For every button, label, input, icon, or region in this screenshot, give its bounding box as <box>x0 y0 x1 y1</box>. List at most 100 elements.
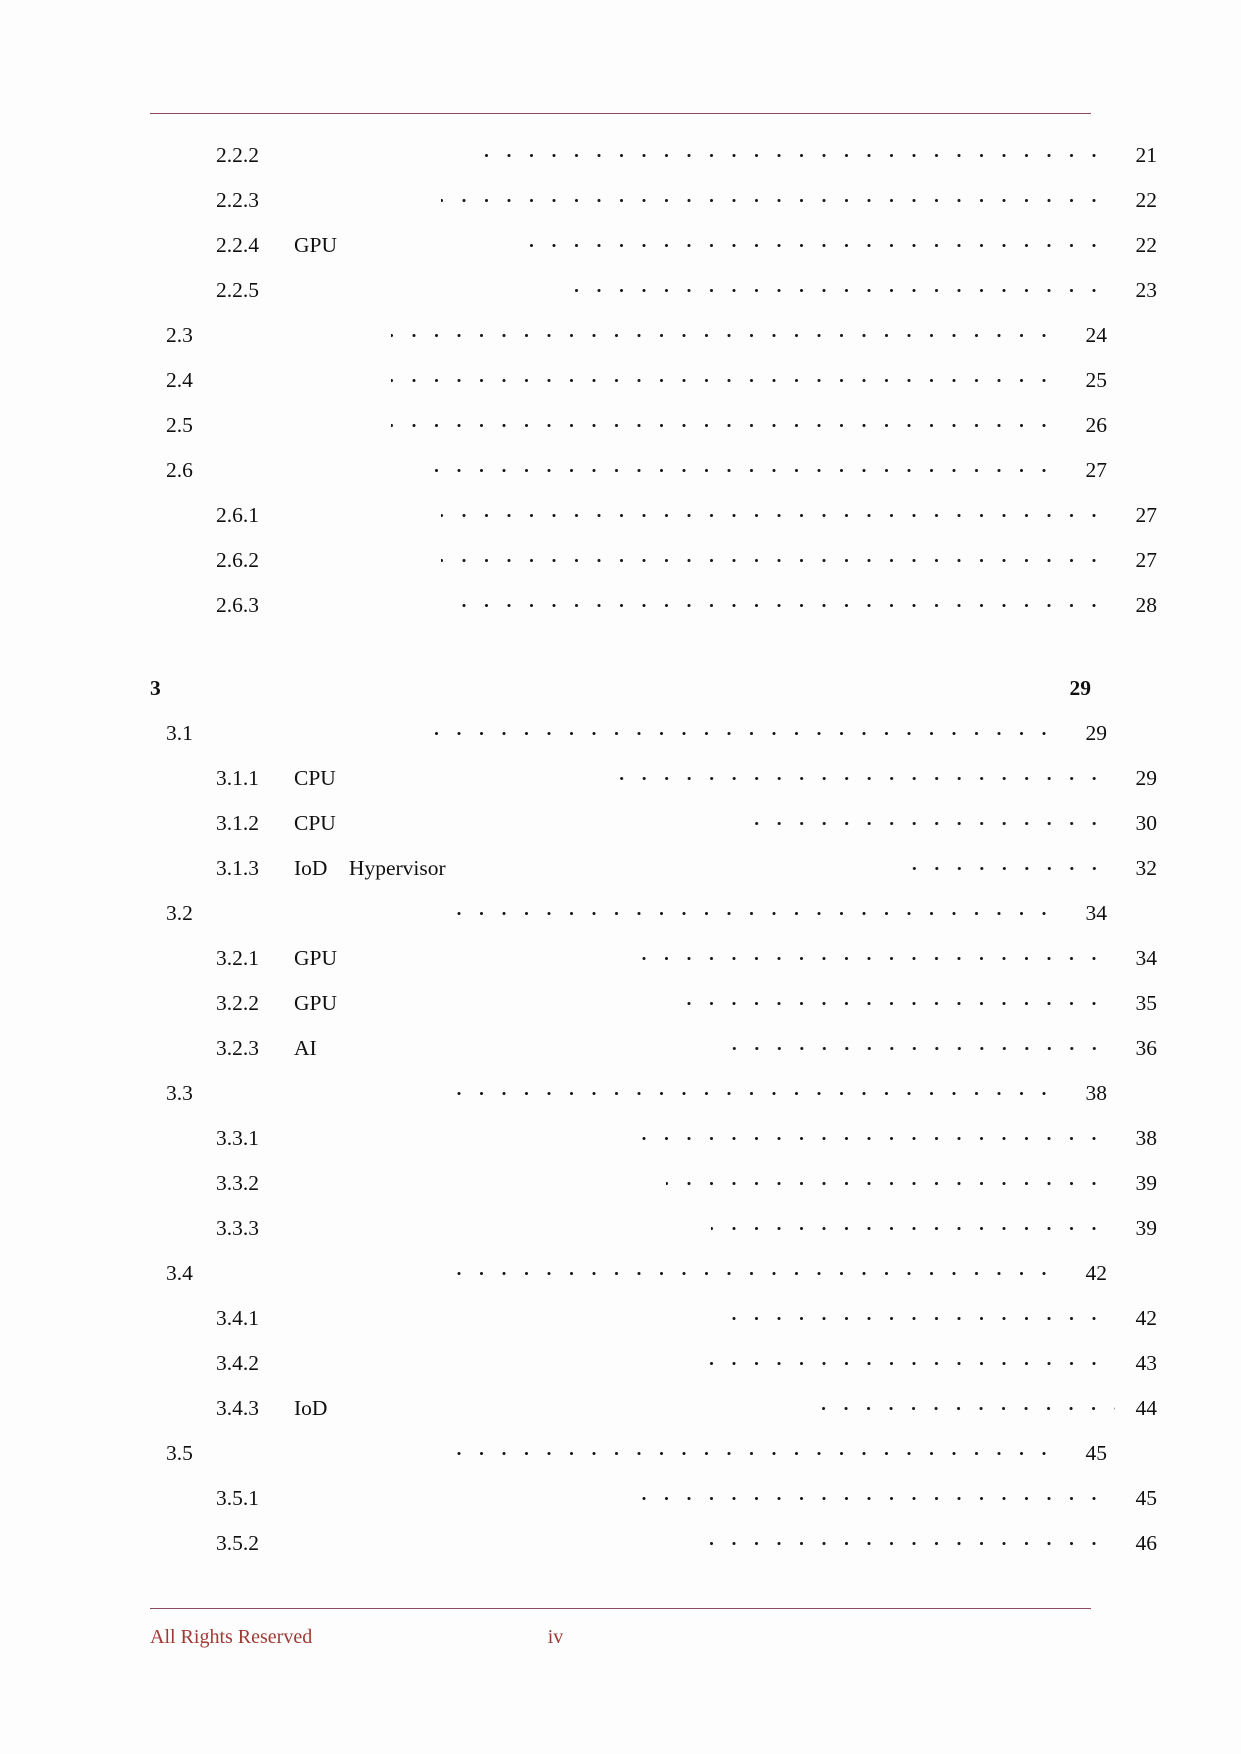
toc-entry[interactable]: 3.4.1 42 <box>150 1303 1157 1348</box>
toc-entry[interactable]: 2.2.4 GPU 22 <box>150 230 1157 275</box>
toc-entry-number: 3.3 <box>166 1080 193 1105</box>
toc-entry-number: 3.1 <box>166 720 193 745</box>
toc-entry-number: 3.4.3 <box>216 1395 259 1420</box>
toc-entry-page: 22 <box>1135 187 1158 212</box>
toc-entry-number: 3.1.1 <box>216 765 259 790</box>
toc-entry[interactable]: 3.3.1 38 <box>150 1123 1157 1168</box>
toc-dot-leader <box>809 1393 1115 1415</box>
toc-entry-page: 39 <box>1135 1215 1158 1240</box>
toc-entry-page: 46 <box>1135 1530 1158 1555</box>
toc-entry-page: 24 <box>1085 322 1108 347</box>
toc-dot-leader <box>441 898 1065 920</box>
toc-entry[interactable]: 2.6.2 27 <box>150 545 1157 590</box>
toc-entry[interactable]: 3.2.2 GPU 35 <box>150 988 1157 1033</box>
table-of-contents: 2.2.2 21 2.2.3 22 2.2.4 GPU 22 2.2.5 23 2.3 24 2.4 2… <box>150 140 1157 1573</box>
toc-dot-leader <box>897 853 1116 875</box>
toc-entry-number: 3.3.1 <box>216 1125 259 1150</box>
toc-entry[interactable]: 3.4.2 43 <box>150 1348 1157 1393</box>
toc-entry-number: 3 <box>150 675 161 700</box>
toc-entry-title: IoD Hypervisor <box>294 855 446 880</box>
toc-dot-leader <box>456 1078 1065 1100</box>
toc-group-spacer <box>150 635 1091 673</box>
toc-entry-title: CPU <box>294 810 336 835</box>
toc-entry[interactable]: 3.4.3 IoD 44 <box>150 1393 1157 1438</box>
toc-entry-number: 3.3.2 <box>216 1170 259 1195</box>
toc-dot-leader <box>456 590 1115 612</box>
toc-dot-leader <box>666 1168 1115 1190</box>
toc-entry[interactable]: 2.6.1 27 <box>150 500 1157 545</box>
toc-page: 2.2.2 21 2.2.3 22 2.2.4 GPU 22 2.2.5 23 2.3 24 2.4 2… <box>0 0 1241 1754</box>
toc-entry[interactable]: 3.1.2 CPU 30 <box>150 808 1157 853</box>
toc-entry[interactable]: 3.1.1 CPU 29 <box>150 763 1157 808</box>
toc-entry-number: 3.2 <box>166 900 193 925</box>
toc-entry[interactable]: 2.4 25 <box>150 365 1107 410</box>
toc-entry[interactable]: 3.4 42 <box>150 1258 1107 1303</box>
toc-entry-page: 45 <box>1135 1485 1158 1510</box>
toc-entry[interactable]: 3.1.3 IoD Hypervisor 32 <box>150 853 1157 898</box>
toc-entry[interactable]: 2.2.5 23 <box>150 275 1157 320</box>
toc-entry-page: 38 <box>1135 1125 1158 1150</box>
toc-entry[interactable]: 2.6 27 <box>150 455 1107 500</box>
toc-entry-number: 2.6.2 <box>216 547 259 572</box>
header-rule <box>150 113 1091 114</box>
toc-dot-leader <box>696 1348 1115 1370</box>
toc-entry[interactable]: 3.2 34 <box>150 898 1107 943</box>
toc-dot-leader <box>706 1528 1115 1550</box>
toc-entry[interactable]: 3.5.2 46 <box>150 1528 1157 1573</box>
toc-entry[interactable]: 3.2.3 AI 36 <box>150 1033 1157 1078</box>
toc-entry-page: 38 <box>1085 1080 1108 1105</box>
toc-dot-leader <box>441 185 1115 207</box>
toc-entry-page: 44 <box>1135 1395 1158 1420</box>
toc-entry-number: 3.3.3 <box>216 1215 259 1240</box>
toc-dot-leader <box>626 1483 1115 1505</box>
toc-entry-number: 3.2.3 <box>216 1035 259 1060</box>
toc-entry-page: 27 <box>1085 457 1108 482</box>
toc-entry-title: GPU <box>294 232 338 257</box>
toc-entry-number: 3.4.2 <box>216 1350 259 1375</box>
toc-entry[interactable]: 2.6.3 28 <box>150 590 1157 635</box>
toc-entry-page: 26 <box>1085 412 1108 437</box>
toc-entry-title: AI <box>294 1035 317 1060</box>
toc-entry-page: 42 <box>1135 1305 1158 1330</box>
toc-entry[interactable]: 2.2.3 22 <box>150 185 1157 230</box>
toc-dot-leader <box>684 988 1115 1010</box>
toc-entry-page: 29 <box>1085 720 1108 745</box>
toc-entry[interactable]: 3.5 45 <box>150 1438 1107 1483</box>
toc-dot-leader <box>441 500 1115 522</box>
toc-entry-title: IoD <box>294 1395 328 1420</box>
toc-dot-leader <box>524 230 1115 252</box>
toc-entry-page: 42 <box>1085 1260 1108 1285</box>
toc-entry-number: 2.5 <box>166 412 193 437</box>
page-number: iv <box>547 1626 564 1648</box>
toc-entry-title: CPU <box>294 765 336 790</box>
toc-entry[interactable]: 2.3 24 <box>150 320 1107 365</box>
toc-entry-number: 2.2.4 <box>216 232 259 257</box>
toc-dot-leader <box>602 763 1116 785</box>
toc-dot-leader <box>728 1033 1116 1055</box>
toc-entry-number: 3.2.1 <box>216 945 259 970</box>
toc-dot-leader <box>391 365 1065 387</box>
toc-entry[interactable]: 3.3.3 39 <box>150 1213 1157 1258</box>
toc-entry-page: 25 <box>1085 367 1108 392</box>
toc-entry[interactable]: 2.5 26 <box>150 410 1107 455</box>
toc-entry[interactable]: 3 29 <box>150 673 1091 718</box>
toc-entry-page: 32 <box>1135 855 1158 880</box>
footer-rule <box>150 1608 1091 1609</box>
toc-entry[interactable]: 3.2.1 GPU 34 <box>150 943 1157 988</box>
toc-entry-page: 21 <box>1135 142 1158 167</box>
toc-entry-page: 29 <box>1135 765 1158 790</box>
toc-entry[interactable]: 3.3.2 39 <box>150 1168 1157 1213</box>
toc-entry[interactable]: 3.5.1 45 <box>150 1483 1157 1528</box>
toc-entry-number: 3.4 <box>166 1260 193 1285</box>
toc-dot-leader <box>431 718 1065 740</box>
toc-dot-leader <box>726 1303 1115 1325</box>
toc-entry-number: 3.1.2 <box>216 810 259 835</box>
toc-entry[interactable]: 2.2.2 21 <box>150 140 1157 185</box>
toc-entry-page: 27 <box>1135 547 1158 572</box>
toc-entry-number: 3.2.2 <box>216 990 259 1015</box>
toc-entry[interactable]: 3.1 29 <box>150 718 1107 763</box>
toc-entry-page: 29 <box>1069 675 1092 700</box>
toc-entry-number: 2.6 <box>166 457 193 482</box>
toc-dot-leader <box>561 275 1115 297</box>
toc-entry[interactable]: 3.3 38 <box>150 1078 1107 1123</box>
